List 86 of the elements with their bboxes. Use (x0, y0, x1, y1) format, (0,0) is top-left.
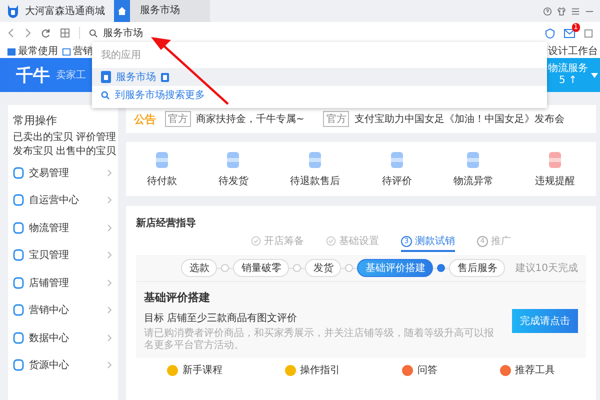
bookmark-link[interactable]: 设计工作台 (548, 44, 598, 58)
dropdown-item[interactable]: 到服务市场搜索更多 (92, 86, 547, 104)
check-icon (251, 236, 261, 246)
app-logo: 千牛 (16, 64, 50, 86)
step-pill[interactable]: 发货 (305, 259, 342, 277)
browser-tab[interactable]: 服务市场 (130, 0, 210, 22)
order-status[interactable]: 待退款售后 (290, 150, 340, 188)
quick-link[interactable]: 评价管理 (76, 131, 116, 145)
chevron-icon (107, 251, 112, 260)
resource-link[interactable]: 问答 (402, 363, 438, 377)
square-icon (13, 194, 24, 206)
home-tab[interactable] (114, 0, 130, 22)
official-tag: 官方 (323, 111, 350, 127)
grid-icon[interactable] (60, 28, 70, 38)
dropdown-item[interactable]: 服务市场 (92, 68, 547, 86)
chevron-icon (107, 196, 112, 204)
sidebar-item[interactable]: 交易管理 (13, 159, 118, 186)
sidebar-item[interactable]: 数据中心 (13, 324, 118, 352)
address-field[interactable]: 服务市场 (89, 26, 143, 40)
task-description: 请已购消费者评价商品，和买家秀展示，并关注店铺等级，随着等级升高可以报名更多平台官方活动。 (144, 328, 495, 352)
square-icon (13, 304, 24, 316)
square-icon (13, 359, 24, 372)
caret-icon (591, 72, 598, 78)
back-icon[interactable] (7, 28, 15, 38)
step-pill[interactable]: 选款 (181, 259, 218, 277)
task-goal: 目标 店铺至少三款商品有图文评价 (144, 312, 298, 325)
search-icon (89, 28, 98, 38)
quick-link[interactable]: 已卖出的宝贝 (13, 131, 73, 145)
home-icon (117, 6, 127, 16)
forward-icon[interactable] (24, 28, 32, 38)
notice-title: 公告 (134, 112, 156, 126)
search-icon (101, 90, 110, 100)
section-title: 新店经营指导 (136, 216, 197, 230)
section-title: 常用操作 (13, 113, 58, 128)
check-icon (326, 236, 336, 246)
order-status[interactable]: 违规提醒 (535, 150, 576, 188)
resource-link[interactable]: 操作指引 (284, 363, 340, 377)
order-status[interactable]: 待付款 (146, 150, 177, 188)
suggestion-text: 建议10天完成 (515, 262, 578, 275)
task-title: 基础评价搭建 (144, 290, 211, 305)
logo-icon (6, 4, 20, 18)
sidebar-item[interactable]: 营销中心 (13, 296, 118, 324)
chevron-icon (107, 168, 112, 177)
sidebar-item[interactable]: 自运营中心 (13, 186, 118, 214)
dropdown-section-label: 我的应用 (100, 48, 142, 63)
step-pill[interactable]: 销量破零 (233, 259, 290, 277)
resource-link[interactable]: 新手课程 (167, 363, 222, 377)
menu-icon[interactable] (571, 6, 580, 16)
sidebar-item[interactable]: 宝贝管理 (13, 242, 118, 269)
square-icon (13, 276, 24, 289)
shield-icon[interactable] (545, 28, 555, 38)
chevron-icon (107, 278, 112, 287)
app-subtitle: 卖家工 (56, 68, 86, 82)
bag-icon (101, 71, 111, 83)
official-tag: 官方 (165, 111, 191, 127)
window-icon[interactable] (584, 28, 593, 38)
shirt-icon[interactable] (557, 6, 566, 16)
refresh-icon[interactable] (41, 28, 51, 38)
order-status[interactable]: 待发货 (218, 150, 248, 188)
folder-icon (62, 46, 71, 56)
square-icon (13, 166, 24, 179)
square-icon (13, 332, 24, 344)
notice-link[interactable]: 商家扶持金，千牛专属~ (196, 112, 304, 126)
sidebar-item[interactable]: 店铺管理 (13, 269, 118, 296)
square-icon (13, 222, 24, 234)
chevron-icon (107, 306, 112, 314)
square-icon (13, 249, 24, 262)
bookmark-link[interactable]: 营销 (73, 44, 93, 58)
app-badge-icon (161, 72, 169, 82)
mail-icon[interactable] (564, 28, 575, 38)
notice-link[interactable]: 支付宝助力中国女足《加油！中国女足》发布会 (354, 112, 564, 126)
step-pill[interactable]: 售后服务 (449, 259, 506, 277)
help-icon[interactable] (543, 6, 552, 16)
quick-link[interactable]: 出售中的宝贝 (56, 145, 116, 159)
resource-link[interactable]: 推荐工具 (500, 363, 555, 377)
briefcase-icon (7, 46, 16, 56)
sidebar-item[interactable]: 货源中心 (13, 352, 118, 379)
chevron-icon (107, 361, 112, 370)
quick-link[interactable]: 发布宝贝 (13, 145, 53, 159)
order-status[interactable]: 待评价 (382, 150, 412, 188)
chevron-icon (107, 334, 112, 342)
order-status[interactable]: 物流异常 (453, 150, 494, 188)
window-title: 大河富森迅通商城 (25, 4, 105, 18)
bookmark-link[interactable]: 最常使用 (18, 44, 58, 58)
chevron-icon (107, 224, 112, 232)
sidebar-item[interactable]: 物流管理 (13, 214, 118, 242)
